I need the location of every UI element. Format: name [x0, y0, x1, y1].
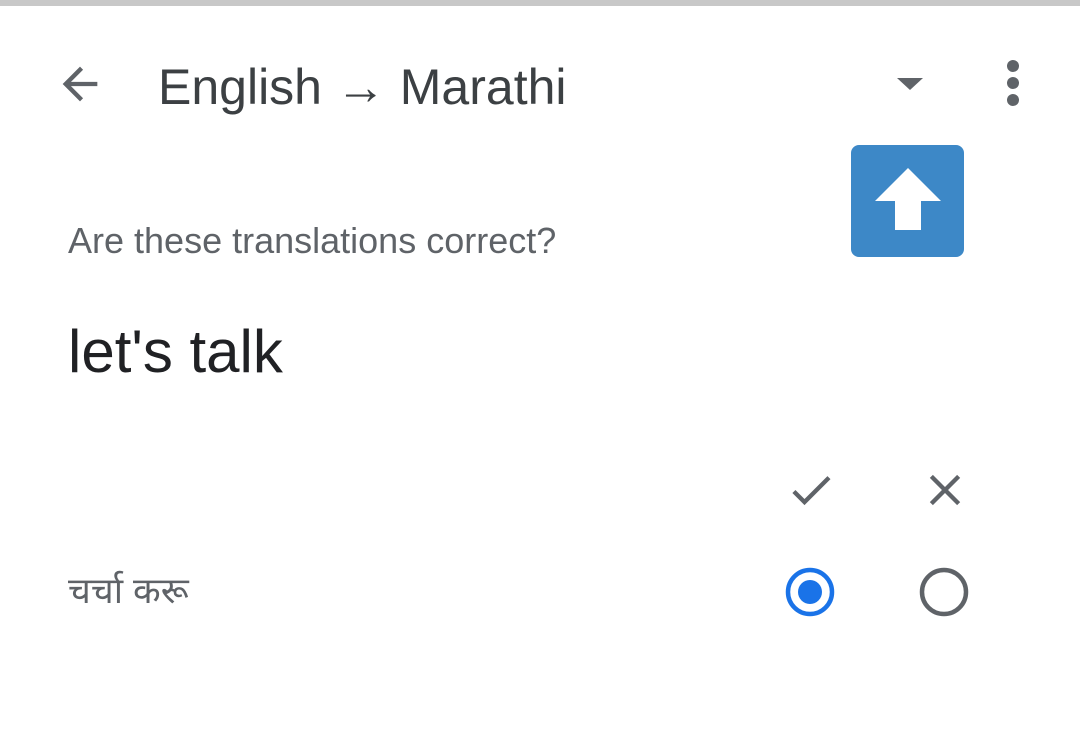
translation-text: चर्चा करू — [68, 570, 189, 611]
incorrect-radio-button[interactable] — [914, 562, 974, 622]
close-icon — [919, 464, 971, 521]
language-dropdown-button[interactable] — [878, 60, 942, 112]
correct-column-header — [781, 462, 841, 522]
arrow-up-icon — [873, 164, 943, 239]
radio-unchecked-icon — [919, 567, 969, 617]
more-options-button[interactable] — [982, 52, 1044, 118]
source-phrase: let's talk — [68, 318, 283, 385]
arrow-drop-down-icon — [895, 76, 925, 97]
status-bar-edge — [0, 0, 1080, 6]
language-pair-title: English → Marathi — [158, 59, 567, 115]
feedback-question: Are these translations correct? — [68, 220, 557, 261]
back-button[interactable] — [44, 50, 116, 122]
upload-button[interactable] — [851, 145, 964, 257]
arrow-back-icon — [54, 58, 106, 115]
incorrect-column-header — [915, 462, 975, 522]
correct-radio-button[interactable] — [780, 562, 840, 622]
check-icon — [785, 464, 837, 521]
radio-checked-icon — [785, 567, 835, 617]
more-vert-icon — [1006, 59, 1020, 112]
